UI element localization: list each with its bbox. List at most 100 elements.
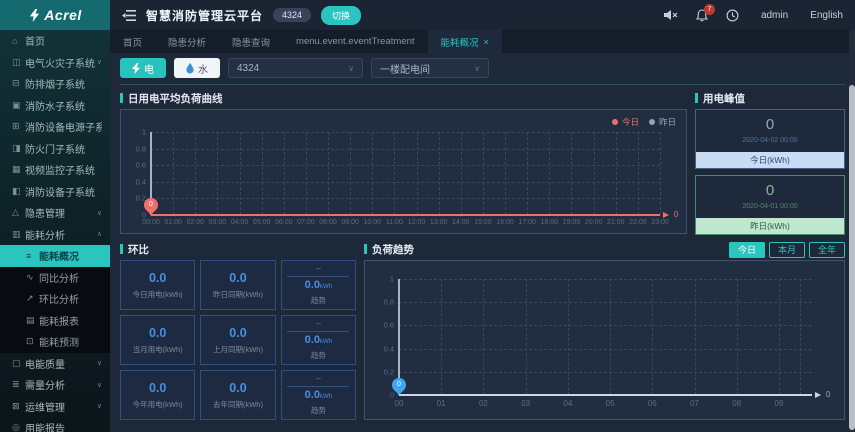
sidebar-item-label: 运维管理 [25, 402, 65, 414]
peak-title: 用电峰值 [703, 92, 745, 105]
trend-divider [287, 331, 350, 332]
electric-filter-button[interactable]: 电 [120, 58, 166, 78]
tab-label: 隐患分析 [168, 37, 207, 49]
sidebar-item-smoke-exhaust[interactable]: ⊟ 防排烟子系统 [0, 73, 110, 95]
axis-arrow-icon [663, 211, 669, 218]
close-icon[interactable]: × [484, 37, 489, 47]
chevron-down-icon: ∨ [96, 381, 102, 389]
sidebar-item-ops-mgmt[interactable]: ⊠ 运维管理 ∨ [0, 396, 110, 418]
trend-percent: -- [315, 374, 321, 383]
x-tick-label: 06 [647, 399, 657, 408]
title-accent-bar [695, 93, 698, 103]
grid-line [527, 132, 529, 215]
daily-load-panel: 日用电平均负荷曲线 今日 昨日 1 0.8 0.6 0.4 0.2 0 00:00 01:00 02… [120, 91, 687, 235]
user-menu[interactable]: admin [761, 10, 788, 21]
sidebar-item-label: 隐患管理 [25, 209, 65, 221]
chevron-up-icon: ∧ [96, 231, 102, 239]
station-badge: 4324 [273, 8, 312, 22]
tab-2[interactable]: 隐患查询 [219, 30, 283, 53]
x-tick-label: 07 [690, 399, 699, 408]
sidebar-item-label: 防排烟子系统 [25, 80, 85, 92]
trend-label: 趋势 [310, 406, 326, 415]
grid-line [799, 279, 801, 395]
y-tick-label: 0.8 [135, 144, 146, 154]
sidebar-item-fire-door[interactable]: ◨ 防火门子系统 [0, 138, 110, 160]
sidebar-item-label: 同比分析 [39, 273, 79, 285]
language-switch[interactable]: English [810, 10, 843, 21]
sidebar-menu: ⌂首页◫电气火灾子系统∨⊟防排烟子系统▣消防水子系统⊞消防设备电源子系统◨防火门… [0, 30, 110, 432]
stat-label: 当月用电(kWh) [132, 344, 183, 354]
scrollbar-thumb[interactable] [849, 85, 855, 430]
sidebar-item-fire-equipment[interactable]: ◧ 消防设备子系统 [0, 181, 110, 203]
device-select[interactable]: 4324 ∨ [228, 58, 363, 78]
trend-label: 趋势 [310, 296, 326, 305]
range-button-0[interactable]: 今日 [728, 242, 765, 258]
sidebar-subitem-yoy-analysis[interactable]: ∿ 同比分析 [0, 267, 110, 289]
sidebar-collapse-icon[interactable] [122, 9, 136, 21]
tab-3[interactable]: menu.event.eventTreatment [283, 30, 427, 53]
sidebar-item-hazard-mgmt[interactable]: △ 隐患管理 ∨ [0, 202, 110, 224]
x-tick-label: 02:00 [186, 219, 205, 226]
y-tick-label: 0.8 [383, 297, 394, 307]
sidebar-item-home[interactable]: ⌂ 首页 [0, 30, 110, 52]
sidebar-item-fire-water[interactable]: ▣ 消防水子系统 [0, 95, 110, 117]
range-button-2[interactable]: 全年 [808, 242, 845, 258]
room-select[interactable]: 一楼配电间 ∨ [371, 58, 489, 78]
droplet-icon [186, 62, 194, 74]
chevron-down-icon: ∨ [348, 63, 354, 73]
grid-line [637, 132, 639, 215]
sidebar-item-video-monitor[interactable]: ▦ 视频监控子系统 [0, 159, 110, 181]
electrical-icon: ◫ [12, 56, 21, 67]
load-trend-chart: 1 0.8 0.6 0.4 0.2 0 00 01 02 03 04 05 06 07 08 09 0 0 [364, 260, 845, 420]
sidebar-item-demand-analysis[interactable]: ≣ 需量分析 ∨ [0, 374, 110, 396]
page-title: 智慧消防管理云平台 [146, 8, 264, 23]
vertical-scrollbar[interactable] [849, 30, 855, 432]
axis-end-label: 0 [674, 210, 679, 219]
hazard-icon: △ [12, 207, 19, 218]
grid-line [593, 132, 595, 215]
stat-label: 昨日同期(kWh) [212, 289, 263, 299]
sidebar-item-electrical-fire[interactable]: ◫ 电气火灾子系统 ∨ [0, 52, 110, 74]
pin-value: 0 [149, 201, 153, 208]
water-filter-button[interactable]: 水 [174, 58, 220, 78]
notifications-bell-icon[interactable]: 7 [695, 3, 715, 22]
trend-label: 趋势 [310, 351, 326, 360]
sidebar-item-energy-analysis[interactable]: ▥ 能耗分析 ∧ [0, 224, 110, 246]
huanbi-title: 环比 [128, 243, 149, 256]
tab-0[interactable]: 首页 [110, 30, 155, 53]
legend-item-1[interactable]: 昨日 [648, 116, 676, 128]
grid-line [778, 279, 780, 395]
sidebar-item-label: 消防设备电源子系统 [25, 123, 102, 135]
tab-4[interactable]: 能耗概况 × [427, 30, 502, 53]
huanbi-card-8: -- 0.0kWh 趋势 [280, 370, 356, 420]
sidebar-item-equipment-power[interactable]: ⊞ 消防设备电源子系统 [0, 116, 110, 138]
huanbi-card-4: 0.0 上月同期(kWh) [200, 315, 276, 365]
range-button-1[interactable]: 本月 [768, 242, 805, 258]
sidebar-subitem-energy-overview[interactable]: ≡ 能耗概况 [0, 245, 110, 267]
huanbi-panel: 环比 0.0 今日用电(kWh) 0.0 昨日同期(kWh) -- 0.0kWh 趋势 0.0… [120, 242, 356, 420]
room-select-value: 一楼配电间 [380, 64, 430, 76]
sidebar-item-power-quality[interactable]: ▢ 电能质量 ∨ [0, 353, 110, 375]
sidebar-item-energy-usage-report[interactable]: ◎ 用能报告 [0, 417, 110, 432]
mute-speaker-icon[interactable] [663, 9, 678, 21]
trend-divider [287, 276, 350, 277]
sidebar-subitem-mom-analysis[interactable]: ↗ 环比分析 [0, 288, 110, 310]
sidebar-item-label: 消防设备子系统 [25, 187, 95, 199]
tab-1[interactable]: 隐患分析 [155, 30, 219, 53]
lightning-icon [132, 62, 140, 74]
grid-line [416, 132, 418, 215]
grid-line [736, 279, 738, 395]
switch-station-button[interactable]: 切换 [321, 5, 362, 25]
sidebar-subitem-energy-forecast[interactable]: ⊡ 能耗预测 [0, 331, 110, 353]
x-tick-label: 13:00 [429, 219, 448, 226]
huanbi-card-7: 0.0 去年同期(kWh) [200, 370, 276, 420]
huanbi-card-1: 0.0 昨日同期(kWh) [200, 260, 276, 310]
history-clock-icon[interactable] [726, 9, 739, 22]
sidebar-subitem-energy-report[interactable]: ▤ 能耗报表 [0, 310, 110, 332]
legend-item-0[interactable]: 今日 [611, 116, 639, 128]
x-tick-label: 21:00 [606, 219, 625, 226]
grid-line [151, 132, 660, 133]
tab-label: 隐患查询 [232, 37, 271, 49]
peak-card-label: 昨日(kWh) [696, 218, 844, 234]
grid-line [151, 148, 660, 150]
